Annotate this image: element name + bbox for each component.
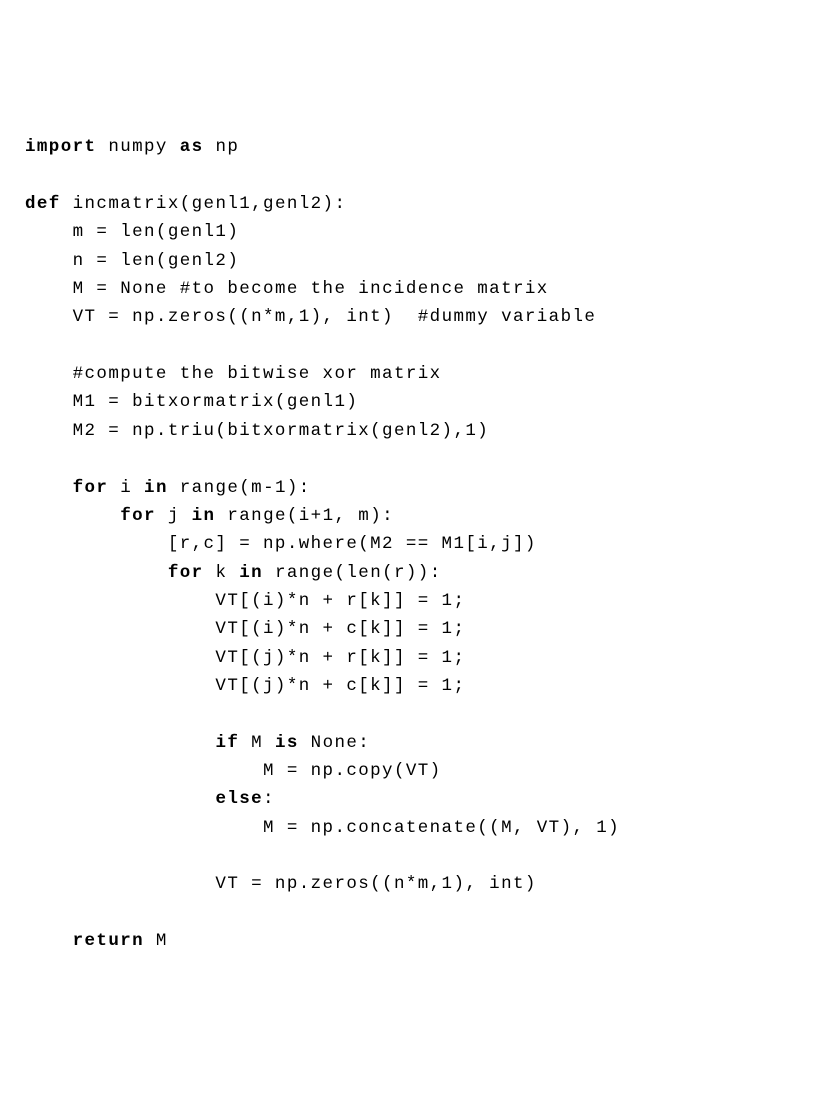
code-line: import numpy as np xyxy=(25,133,809,161)
code-line: VT = np.zeros((n*m,1), int) xyxy=(25,870,809,898)
code-line: VT[(i)*n + c[k]] = 1; xyxy=(25,615,809,643)
code-line: if M is None: xyxy=(25,729,809,757)
code-line: M2 = np.triu(bitxormatrix(genl2),1) xyxy=(25,417,809,445)
code-line: return M xyxy=(25,927,809,955)
code-line xyxy=(25,162,809,190)
keyword-token: import xyxy=(25,137,96,157)
text-token: M2 = np.triu(bitxormatrix(genl2),1) xyxy=(25,421,489,441)
text-token: #compute the bitwise xor matrix xyxy=(73,364,442,384)
code-line xyxy=(25,332,809,360)
text-token xyxy=(25,733,215,753)
text-token: M1 = bitxormatrix(genl1) xyxy=(25,392,358,412)
text-token: incmatrix(genl1,genl2): xyxy=(61,194,347,214)
text-token: k xyxy=(204,563,240,583)
text-token: : xyxy=(263,789,275,809)
code-line: n = len(genl2) xyxy=(25,247,809,275)
text-token: VT[(i)*n + r[k]] = 1; xyxy=(25,591,465,611)
code-line: #compute the bitwise xor matrix xyxy=(25,360,809,388)
keyword-token: for xyxy=(120,506,156,526)
code-line: M = np.concatenate((M, VT), 1) xyxy=(25,814,809,842)
text-token: range(m-1): xyxy=(168,478,311,498)
code-block: import numpy as np def incmatrix(genl1,g… xyxy=(25,133,809,955)
text-token: VT = np.zeros((n*m,1), int) xyxy=(25,874,537,894)
text-token: np xyxy=(204,137,240,157)
code-line: VT[(j)*n + r[k]] = 1; xyxy=(25,644,809,672)
code-line xyxy=(25,700,809,728)
text-token xyxy=(25,789,215,809)
code-line: for k in range(len(r)): xyxy=(25,559,809,587)
text-token: #to become the incidence matrix xyxy=(180,279,549,299)
text-token: j xyxy=(156,506,192,526)
keyword-token: in xyxy=(192,506,216,526)
text-token: VT[(j)*n + r[k]] = 1; xyxy=(25,648,465,668)
code-line: m = len(genl1) xyxy=(25,218,809,246)
keyword-token: for xyxy=(168,563,204,583)
code-line: [r,c] = np.where(M2 == M1[i,j]) xyxy=(25,530,809,558)
text-token: #dummy variable xyxy=(418,307,597,327)
keyword-token: as xyxy=(180,137,204,157)
keyword-token: for xyxy=(73,478,109,498)
text-token xyxy=(25,506,120,526)
text-token: M xyxy=(144,931,168,951)
text-token xyxy=(25,364,73,384)
code-line: VT[(i)*n + r[k]] = 1; xyxy=(25,587,809,615)
keyword-token: is xyxy=(275,733,299,753)
text-token: VT = np.zeros((n*m,1), int) xyxy=(25,307,418,327)
text-token: range(i+1, m): xyxy=(215,506,394,526)
keyword-token: def xyxy=(25,194,61,214)
text-token: VT[(i)*n + c[k]] = 1; xyxy=(25,619,465,639)
code-line: VT = np.zeros((n*m,1), int) #dummy varia… xyxy=(25,303,809,331)
text-token xyxy=(25,478,73,498)
code-line xyxy=(25,445,809,473)
code-line: M = None #to become the incidence matrix xyxy=(25,275,809,303)
text-token: range(len(r)): xyxy=(263,563,442,583)
text-token: None: xyxy=(299,733,370,753)
text-token: M = np.concatenate((M, VT), 1) xyxy=(25,818,620,838)
code-line: else: xyxy=(25,785,809,813)
text-token: M = None xyxy=(25,279,180,299)
text-token: i xyxy=(108,478,144,498)
text-token: M = np.copy(VT) xyxy=(25,761,442,781)
code-line xyxy=(25,899,809,927)
keyword-token: if xyxy=(215,733,239,753)
keyword-token: in xyxy=(239,563,263,583)
text-token: M xyxy=(239,733,275,753)
code-line: for j in range(i+1, m): xyxy=(25,502,809,530)
keyword-token: else xyxy=(215,789,263,809)
code-line: M1 = bitxormatrix(genl1) xyxy=(25,388,809,416)
text-token: n = len(genl2) xyxy=(25,251,239,271)
text-token: m = len(genl1) xyxy=(25,222,239,242)
keyword-token: return xyxy=(73,931,144,951)
code-line: def incmatrix(genl1,genl2): xyxy=(25,190,809,218)
code-line: VT[(j)*n + c[k]] = 1; xyxy=(25,672,809,700)
text-token: VT[(j)*n + c[k]] = 1; xyxy=(25,676,465,696)
keyword-token: in xyxy=(144,478,168,498)
text-token: numpy xyxy=(96,137,179,157)
code-line xyxy=(25,842,809,870)
code-line: for i in range(m-1): xyxy=(25,474,809,502)
code-line: M = np.copy(VT) xyxy=(25,757,809,785)
text-token xyxy=(25,563,168,583)
text-token: [r,c] = np.where(M2 == M1[i,j]) xyxy=(25,534,537,554)
text-token xyxy=(25,931,73,951)
